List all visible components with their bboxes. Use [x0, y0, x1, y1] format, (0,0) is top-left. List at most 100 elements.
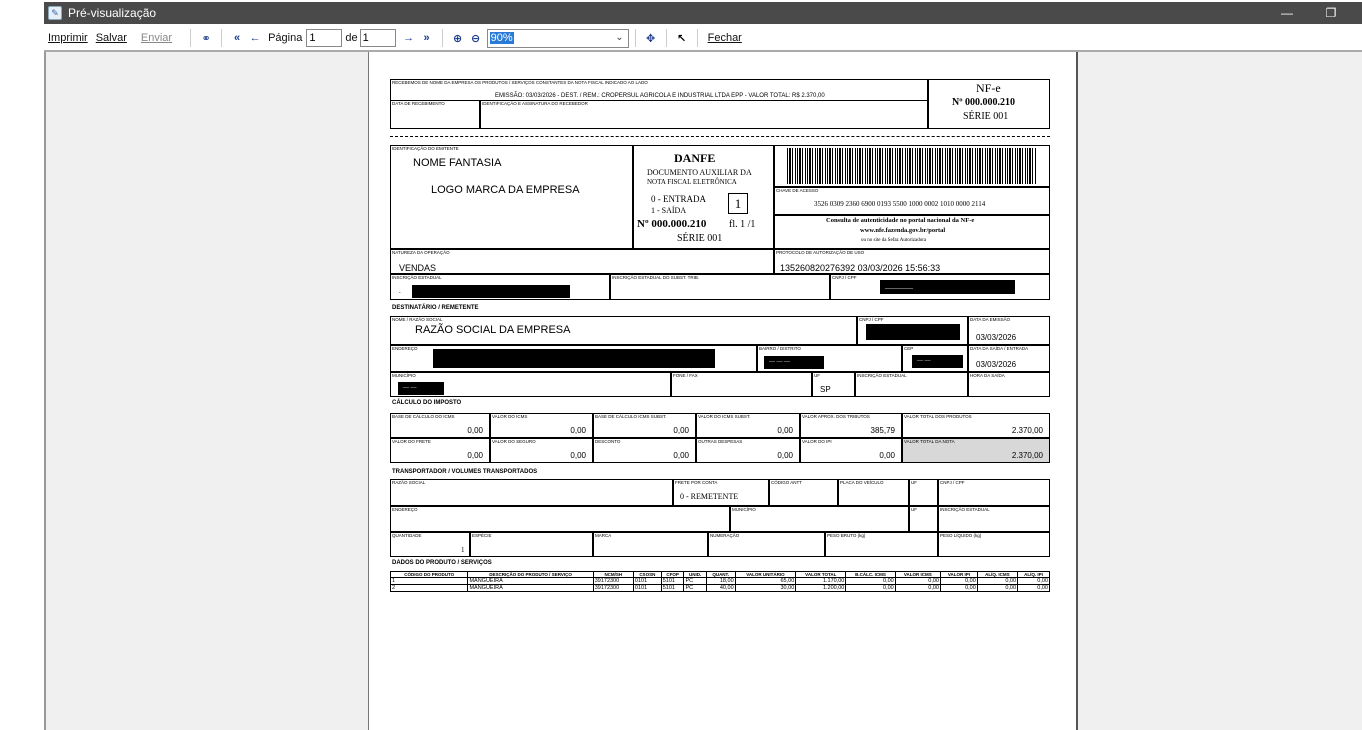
transp-razao-label: RAZÃO SOCIAL [392, 480, 426, 485]
saida-date: 03/03/2026 [976, 360, 1017, 369]
receipt-line: EMISSÃO: 03/03/2026 - DEST. / REM.: CROP… [495, 93, 825, 99]
imposto-section: CÁLCULO DO IMPOSTO [392, 400, 462, 406]
tipo-box: 1 [728, 193, 748, 214]
frete-label: FRETE POR CONTA [675, 480, 718, 485]
table-row: 2 MANGUEIRA 39172300 0101 5101 PC 40,00 30,00 1.… [389, 584, 1050, 592]
qtd-label: QUANTIDADE [392, 533, 422, 538]
title-bar: ✎ Pré-visualização — ❐ [44, 2, 1362, 24]
danfe-sub1: DOCUMENTO AUXILIAR DA [647, 168, 752, 177]
transp-mun-label: MUNICÍPIO [732, 507, 756, 512]
imposto-label: DESCONTO [595, 439, 621, 444]
zoom-in-icon[interactable]: ⊕ [449, 29, 467, 47]
saida-date-label: DATA DA SAÍDA / ENTRADA [970, 346, 1029, 351]
produtos-section: DADOS DO PRODUTO / SERVIÇOS [392, 560, 492, 566]
imposto-value: 385,79 [870, 426, 895, 435]
table-cell: 0,00 [976, 584, 1019, 592]
table-cell: 0,00 [845, 584, 896, 592]
logo-text: LOGO MARCA DA EMPRESA [431, 184, 580, 196]
razao: RAZÃO SOCIAL DA EMPRESA [415, 324, 571, 336]
imposto-label: VALOR DO ICMS [492, 414, 528, 419]
zoom-out-icon[interactable]: ⊖ [467, 29, 485, 47]
uf-label: UF [814, 373, 820, 378]
danfe-page: RECEBEMOS DE NOME DA EMPRESA OS PRODUTOS… [368, 52, 1078, 730]
access-key: 3526 0309 2360 6900 0193 5500 1000 0002 … [814, 200, 986, 208]
imposto-value: 2.370,00 [1011, 426, 1043, 435]
close-button[interactable]: Fechar [704, 32, 746, 44]
table-cell: 0,00 [1017, 577, 1050, 585]
protocolo: 135260820276392 03/03/2026 15:56:33 [780, 263, 941, 273]
numeracao-label: NUMERAÇÃO [710, 533, 740, 538]
consulta-line2: www.nfe.fazenda.gov.br/portal [860, 227, 946, 234]
consulta-line1: Consulta de autenticidade no portal naci… [826, 217, 975, 224]
send-button[interactable]: Enviar [137, 32, 176, 44]
products-header-row: CÓDIGO DO PRODUTO DESCRIÇÃO DO PRODUTO / … [389, 571, 1050, 578]
danfe-number: Nº 000.000.210 [637, 218, 707, 230]
danfe-sub2: NOTA FISCAL ELETRÔNICA [647, 178, 737, 186]
pointer-icon[interactable]: ↖ [673, 29, 691, 47]
table-cell: 0,00 [939, 577, 978, 585]
ie-value: . [399, 287, 401, 295]
table-cell: 30,00 [734, 584, 797, 592]
imposto-label: VALOR TOTAL DA NOTA [904, 439, 955, 444]
table-cell: 0,00 [939, 584, 978, 592]
last-page-icon[interactable]: » [418, 29, 436, 47]
next-page-icon[interactable]: → [400, 29, 418, 47]
total-pages-input [359, 29, 396, 47]
table-cell: 2 [389, 584, 469, 592]
table-cell: 0,00 [1017, 584, 1050, 592]
imposto-label: VALOR DO FRETE [392, 439, 431, 444]
preview-toolbar: Imprimir Salvar Enviar ⚭ « ← Página de →… [44, 26, 1362, 50]
imposto-label: VALOR DO IPI [802, 439, 832, 444]
qtd: 1 [461, 546, 465, 554]
dest-section: DESTINATÁRIO / REMETENTE [392, 305, 479, 311]
table-cell: 18,00 [705, 577, 736, 585]
nfe-title: NF-e [976, 81, 1001, 95]
bairro-value: — — — [769, 359, 790, 365]
municipio-value: — — [403, 385, 417, 391]
preview-area[interactable]: RECEBEMOS DE NOME DA EMPRESA OS PRODUTOS… [44, 52, 1362, 730]
redaction [412, 285, 570, 298]
imposto-value: 2.370,00 [1011, 451, 1043, 460]
natureza: VENDAS [399, 263, 437, 273]
receipt-date-label: DATA DE RECEBIMENTO [392, 101, 445, 106]
municipio-label: MUNICÍPIO [392, 373, 416, 378]
print-button[interactable]: Imprimir [44, 32, 92, 44]
save-button[interactable]: Salvar [92, 32, 131, 44]
app-icon: ✎ [48, 6, 62, 20]
transp-razao-box [390, 479, 673, 506]
endereco-label: ENDEREÇO [392, 346, 418, 351]
imposto-value: 0,00 [777, 426, 793, 435]
consulta-line3: ou no site da Sefaz Autorizadora [861, 238, 927, 243]
natureza-label: NATUREZA DA OPERAÇÃO [392, 250, 450, 255]
cep-value: — — [917, 358, 931, 364]
table-cell: PC [683, 584, 707, 592]
nfe-number: Nº 000.000.210 [952, 97, 1016, 108]
imposto-value: 0,00 [570, 451, 586, 460]
entrada-label: 0 - ENTRADA [651, 194, 706, 204]
page-input[interactable] [306, 29, 343, 47]
transp-ie-label: INSCRIÇÃO ESTADUAL [940, 507, 990, 512]
first-page-icon[interactable]: « [228, 29, 246, 47]
receipt-header: RECEBEMOS DE NOME DA EMPRESA OS PRODUTOS… [392, 80, 648, 85]
table-cell: 0,00 [894, 584, 941, 592]
saida-label: 1 - SAÍDA [651, 206, 687, 215]
cnpj-label: CNPJ / CPF [832, 275, 857, 280]
transp-end-label: ENDEREÇO [392, 507, 418, 512]
table-cell: 65,00 [734, 577, 797, 585]
imposto-value: 0,00 [467, 451, 483, 460]
fantasy-name: NOME FANTASIA [413, 157, 502, 169]
fit-page-icon[interactable]: ✥ [642, 29, 660, 47]
imposto-value: 0,00 [879, 451, 895, 460]
cut-line [390, 136, 1050, 137]
restore-button[interactable]: ❐ [1308, 2, 1354, 24]
cnpj-value: ________ [885, 282, 913, 290]
binoculars-icon[interactable]: ⚭ [197, 29, 215, 47]
prev-page-icon[interactable]: ← [246, 29, 264, 47]
especie-label: ESPÉCIE [472, 533, 492, 538]
minimize-button[interactable]: — [1264, 2, 1310, 24]
ie-st-label: INSCRIÇÃO ESTADUAL DO SUBST. TRIB. [612, 275, 700, 280]
transp-mun-box [730, 506, 909, 532]
zoom-select[interactable]: 90% ⌄ [486, 28, 629, 48]
protocolo-label: PROTOCOLO DE AUTORIZAÇÃO DE USO [776, 250, 865, 255]
table-row: 1 MANGUEIRA 39172300 0101 5101 PC 18,00 65,00 1.… [389, 577, 1050, 585]
